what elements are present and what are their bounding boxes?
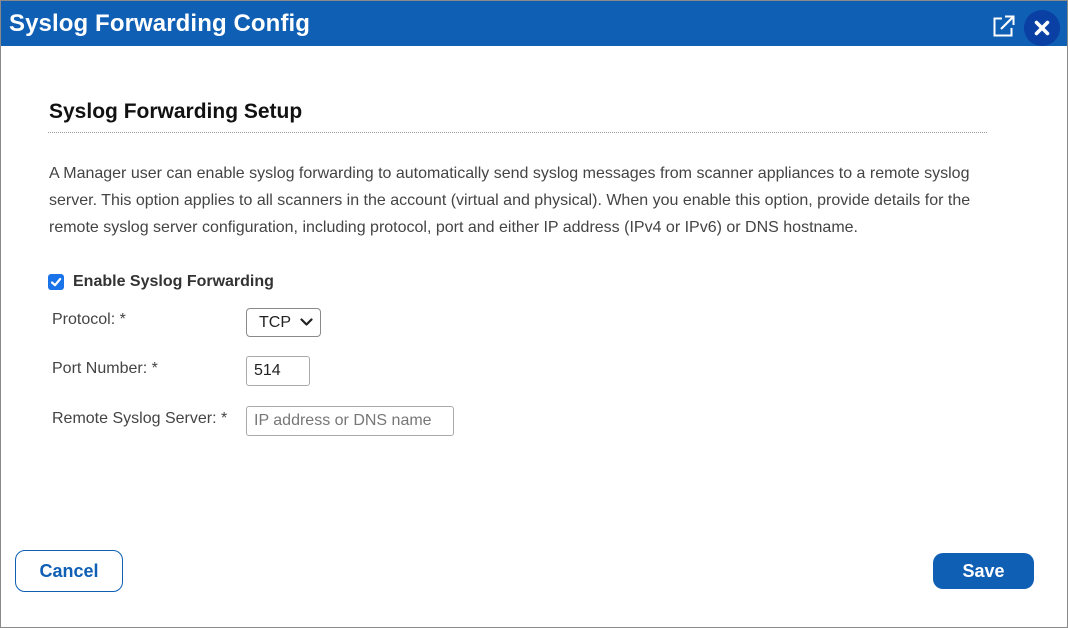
title-bar: Syslog Forwarding Config [1,1,1067,46]
chevron-down-icon [300,318,313,326]
enable-syslog-forwarding-checkbox[interactable] [48,274,64,290]
checkmark-icon [50,277,62,287]
syslog-forwarding-dialog: Syslog Forwarding Config Syslog Forwardi… [0,0,1068,628]
remote-syslog-server-input[interactable] [246,406,454,436]
close-button[interactable] [1024,10,1060,46]
section-description: A Manager user can enable syslog forward… [49,165,971,236]
port-number-input[interactable] [246,356,310,386]
protocol-select[interactable]: TCP [246,308,321,337]
protocol-label: Protocol: * [52,311,126,328]
section-divider [48,132,987,133]
enable-syslog-forwarding-row[interactable]: Enable Syslog Forwarding [48,273,274,291]
remote-syslog-server-label: Remote Syslog Server: * [52,410,228,427]
port-number-label: Port Number: * [52,360,158,377]
popout-icon[interactable] [993,15,1015,37]
cancel-button[interactable]: Cancel [15,550,123,592]
close-icon [1034,20,1050,36]
section-title: Syslog Forwarding Setup [49,100,303,123]
enable-syslog-forwarding-label: Enable Syslog Forwarding [73,273,274,290]
protocol-selected-value: TCP [259,313,291,331]
save-button[interactable]: Save [933,553,1034,589]
dialog-title: Syslog Forwarding Config [9,10,311,37]
